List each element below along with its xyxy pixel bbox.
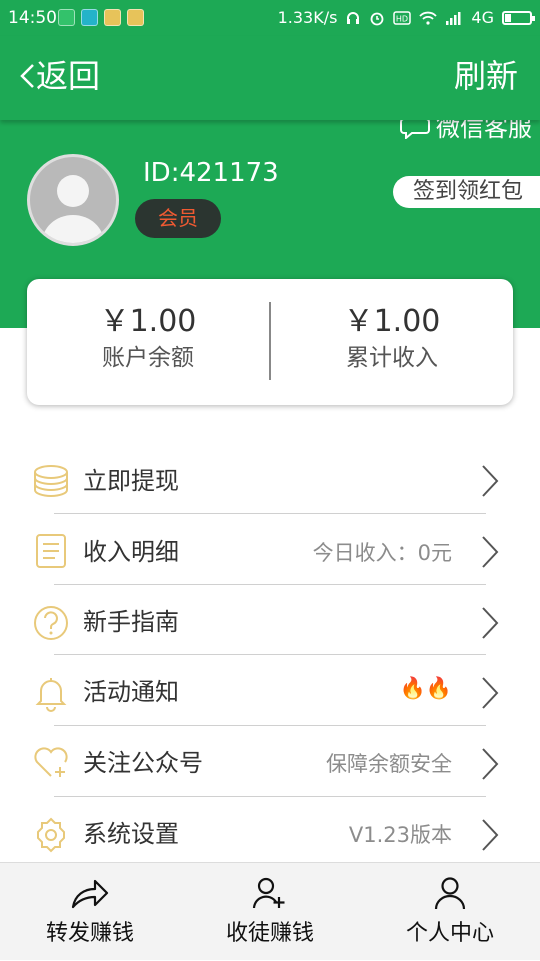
app-bar: 返回 刷新 — [0, 36, 540, 120]
user-icon — [434, 877, 466, 910]
wifi-icon — [419, 11, 438, 25]
menu-right-text: 保障余额安全 — [326, 752, 452, 776]
status-bar: 14:50 1.33K/s HD 4G — [0, 0, 540, 36]
hd-icon: HD — [393, 10, 412, 25]
document-icon — [36, 534, 66, 568]
scan-notification-icon — [81, 9, 98, 26]
fire-icons: 🔥🔥 — [399, 676, 452, 700]
menu-item-income-details[interactable]: 收入明细 今日收入：0元 — [0, 515, 540, 586]
gear-icon — [37, 817, 65, 853]
menu-item-withdraw[interactable]: 立即提现 — [0, 444, 540, 515]
menu-item-follow-official-account[interactable]: 关注公众号 保障余额安全 — [0, 727, 540, 798]
alarm-icon — [371, 12, 384, 25]
total-income[interactable]: ￥1.00 累计收入 — [271, 303, 513, 375]
menu-label: 关注公众号 — [83, 749, 203, 777]
coin-stack-icon — [34, 465, 68, 497]
avatar[interactable] — [27, 154, 119, 246]
signal-type: 4G — [471, 8, 494, 27]
tab-share-earn[interactable]: 转发赚钱 — [0, 863, 180, 961]
add-user-icon — [252, 877, 285, 909]
account-balance[interactable]: ￥1.00 账户余额 — [27, 303, 269, 375]
chevron-left-icon — [20, 64, 34, 88]
tab-label: 转发赚钱 — [45, 921, 134, 946]
menu-label: 立即提现 — [83, 467, 179, 495]
user-id: ID:421173 — [143, 158, 279, 188]
row-divider — [54, 725, 486, 726]
back-label: 返回 — [36, 57, 101, 95]
menu-right-text: 今日收入：0元 — [312, 541, 452, 565]
chevron-right-icon — [482, 536, 499, 568]
menu-right-text: V1.23版本 — [348, 823, 452, 847]
tab-recruit-earn[interactable]: 收徒赚钱 — [180, 863, 360, 961]
chevron-right-icon — [482, 677, 499, 709]
chevron-right-icon — [482, 607, 499, 639]
refresh-button[interactable]: 刷新 — [454, 56, 518, 96]
heart-plus-icon — [34, 747, 68, 777]
chevron-right-icon — [482, 748, 499, 780]
gold-app-notification-icon — [127, 9, 144, 26]
notification-icons — [58, 9, 144, 26]
balance-card: ￥1.00 账户余额 ￥1.00 累计收入 — [27, 279, 513, 405]
bottom-navigation: 转发赚钱 收徒赚钱 个人中心 — [0, 862, 540, 960]
signin-red-packet-button[interactable]: 签到领红包 — [393, 176, 540, 208]
chevron-right-icon — [482, 465, 499, 497]
menu-item-activity-notice[interactable]: 活动通知 🔥🔥 — [0, 656, 540, 727]
tab-label: 收徒赚钱 — [225, 921, 314, 946]
menu-label: 收入明细 — [83, 538, 179, 566]
app-notification-icon — [58, 9, 75, 26]
menu-item-beginner-guide[interactable]: 新手指南 — [0, 586, 540, 657]
row-divider — [54, 654, 486, 655]
tab-personal-center[interactable]: 个人中心 — [360, 863, 540, 961]
default-avatar-icon — [42, 175, 104, 243]
status-right: 1.33K/s HD 4G — [277, 8, 535, 27]
row-divider — [54, 796, 486, 797]
svg-text:HD: HD — [396, 14, 408, 23]
headphone-icon — [347, 11, 360, 24]
menu-label: 活动通知 — [83, 678, 179, 706]
menu-item-system-settings[interactable]: 系统设置 V1.23版本 — [0, 798, 540, 869]
network-speed: 1.33K/s — [277, 8, 338, 27]
member-badge: 会员 — [135, 199, 221, 238]
back-button[interactable]: 返回 — [18, 56, 100, 96]
signal-icon — [446, 11, 461, 25]
row-divider — [54, 513, 486, 514]
bell-icon — [35, 678, 67, 712]
balance-label: 账户余额 — [102, 345, 194, 371]
menu-label: 新手指南 — [83, 608, 179, 636]
question-icon — [34, 606, 68, 640]
income-label: 累计收入 — [346, 345, 438, 371]
status-time: 14:50 — [8, 8, 57, 28]
share-icon — [71, 879, 109, 909]
battery-icon — [502, 10, 535, 25]
tab-label: 个人中心 — [405, 921, 494, 946]
chevron-right-icon — [482, 819, 499, 851]
gold-app-notification-icon — [104, 9, 121, 26]
income-value: ￥1.00 — [343, 304, 441, 339]
menu-label: 系统设置 — [83, 820, 179, 848]
balance-value: ￥1.00 — [99, 304, 197, 339]
battery-fill — [505, 13, 511, 22]
row-divider — [54, 584, 486, 585]
